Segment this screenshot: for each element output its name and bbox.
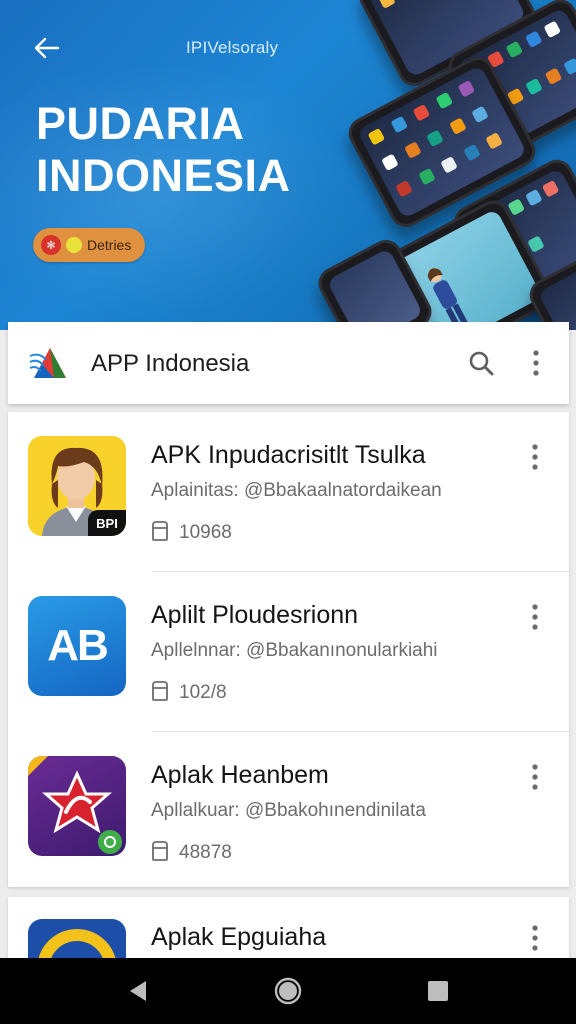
item-more-button[interactable] — [524, 760, 546, 794]
star-app-icon — [28, 756, 126, 856]
app-size: 48878 — [179, 842, 232, 863]
app-title: Aplak Heanbem — [151, 761, 329, 789]
back-button[interactable] — [26, 28, 66, 68]
system-nav-bar — [0, 958, 576, 1024]
app-title: APK Inpudacrisitlt Tsulka — [151, 441, 426, 469]
file-icon — [152, 681, 168, 701]
app-list-continued: Aplak Epguiaha — [8, 897, 569, 967]
nav-home-button[interactable] — [258, 958, 318, 1024]
square-recents-icon — [428, 981, 448, 1001]
app-subtitle: Aplainitas: @Bbakaalnatordaikean — [151, 480, 442, 501]
triangle-back-icon — [130, 981, 146, 1001]
avatar-app-icon: ВРІ — [28, 436, 126, 536]
hero-banner: IPIVelsoraly PUDARIA INDONESIA ✻ Detries — [0, 0, 576, 330]
list-item[interactable]: ВРІ APK Inpudacrisitlt Tsulka Aplainitas… — [8, 412, 569, 572]
hero-title-line2: INDONESIA — [36, 150, 291, 201]
ab-app-icon: AB — [28, 596, 126, 696]
app-subtitle: Apllalkuar: @Bbakohınendinilata — [151, 800, 426, 821]
nav-back-button[interactable] — [108, 958, 168, 1024]
ab-icon-text: AB — [47, 621, 109, 670]
item-more-button[interactable] — [524, 600, 546, 634]
app-badge: ВРІ — [88, 510, 126, 536]
app-subtitle: Apllelnnar: @Bbakanınonularkiahi — [151, 640, 438, 661]
circle-home-icon — [274, 977, 302, 1005]
hero-title: PUDARIA INDONESIA — [36, 98, 291, 202]
more-vert-icon — [532, 925, 538, 951]
list-item[interactable]: Aplak Heanbem Apllalkuar: @Bbakohınendin… — [8, 732, 569, 887]
app-size: 10968 — [179, 522, 232, 543]
app-title: Aplilt Ploudesrionn — [151, 601, 359, 629]
nav-recents-button[interactable] — [408, 958, 468, 1024]
coin-icon — [66, 237, 82, 253]
more-vert-icon — [533, 350, 539, 376]
seal-icon: ✻ — [41, 235, 61, 255]
more-vert-icon — [532, 444, 538, 470]
file-icon — [152, 521, 168, 541]
hero-title-line1: PUDARIA — [36, 98, 245, 149]
app-header: APP Indonesia — [8, 322, 569, 404]
file-icon — [152, 841, 168, 861]
search-button[interactable] — [464, 346, 498, 380]
more-vert-icon — [532, 764, 538, 790]
list-item[interactable]: AB Aplilt Ploudesrionn Apllelnnar: @Bbak… — [8, 572, 569, 732]
brand-logo-icon — [29, 348, 66, 378]
star-emblem — [28, 756, 122, 854]
item-more-button[interactable] — [524, 440, 546, 474]
search-icon — [469, 351, 494, 376]
more-vert-icon — [532, 604, 538, 630]
list-item[interactable]: Aplak Epguiaha — [8, 897, 569, 967]
app-list: ВРІ APK Inpudacrisitlt Tsulka Aplainitas… — [8, 412, 569, 887]
badge-label: Detries — [87, 237, 132, 253]
back-arrow-icon — [34, 37, 60, 59]
app-size: 102/8 — [179, 682, 227, 703]
header-title: APP Indonesia — [91, 350, 250, 377]
hero-small-text: IPIVelsoraly — [186, 38, 279, 57]
hero-badge[interactable]: ✻ Detries — [33, 228, 145, 262]
more-options-button[interactable] — [524, 346, 548, 380]
app-title: Aplak Epguiaha — [151, 923, 327, 951]
item-more-button[interactable] — [524, 921, 546, 955]
